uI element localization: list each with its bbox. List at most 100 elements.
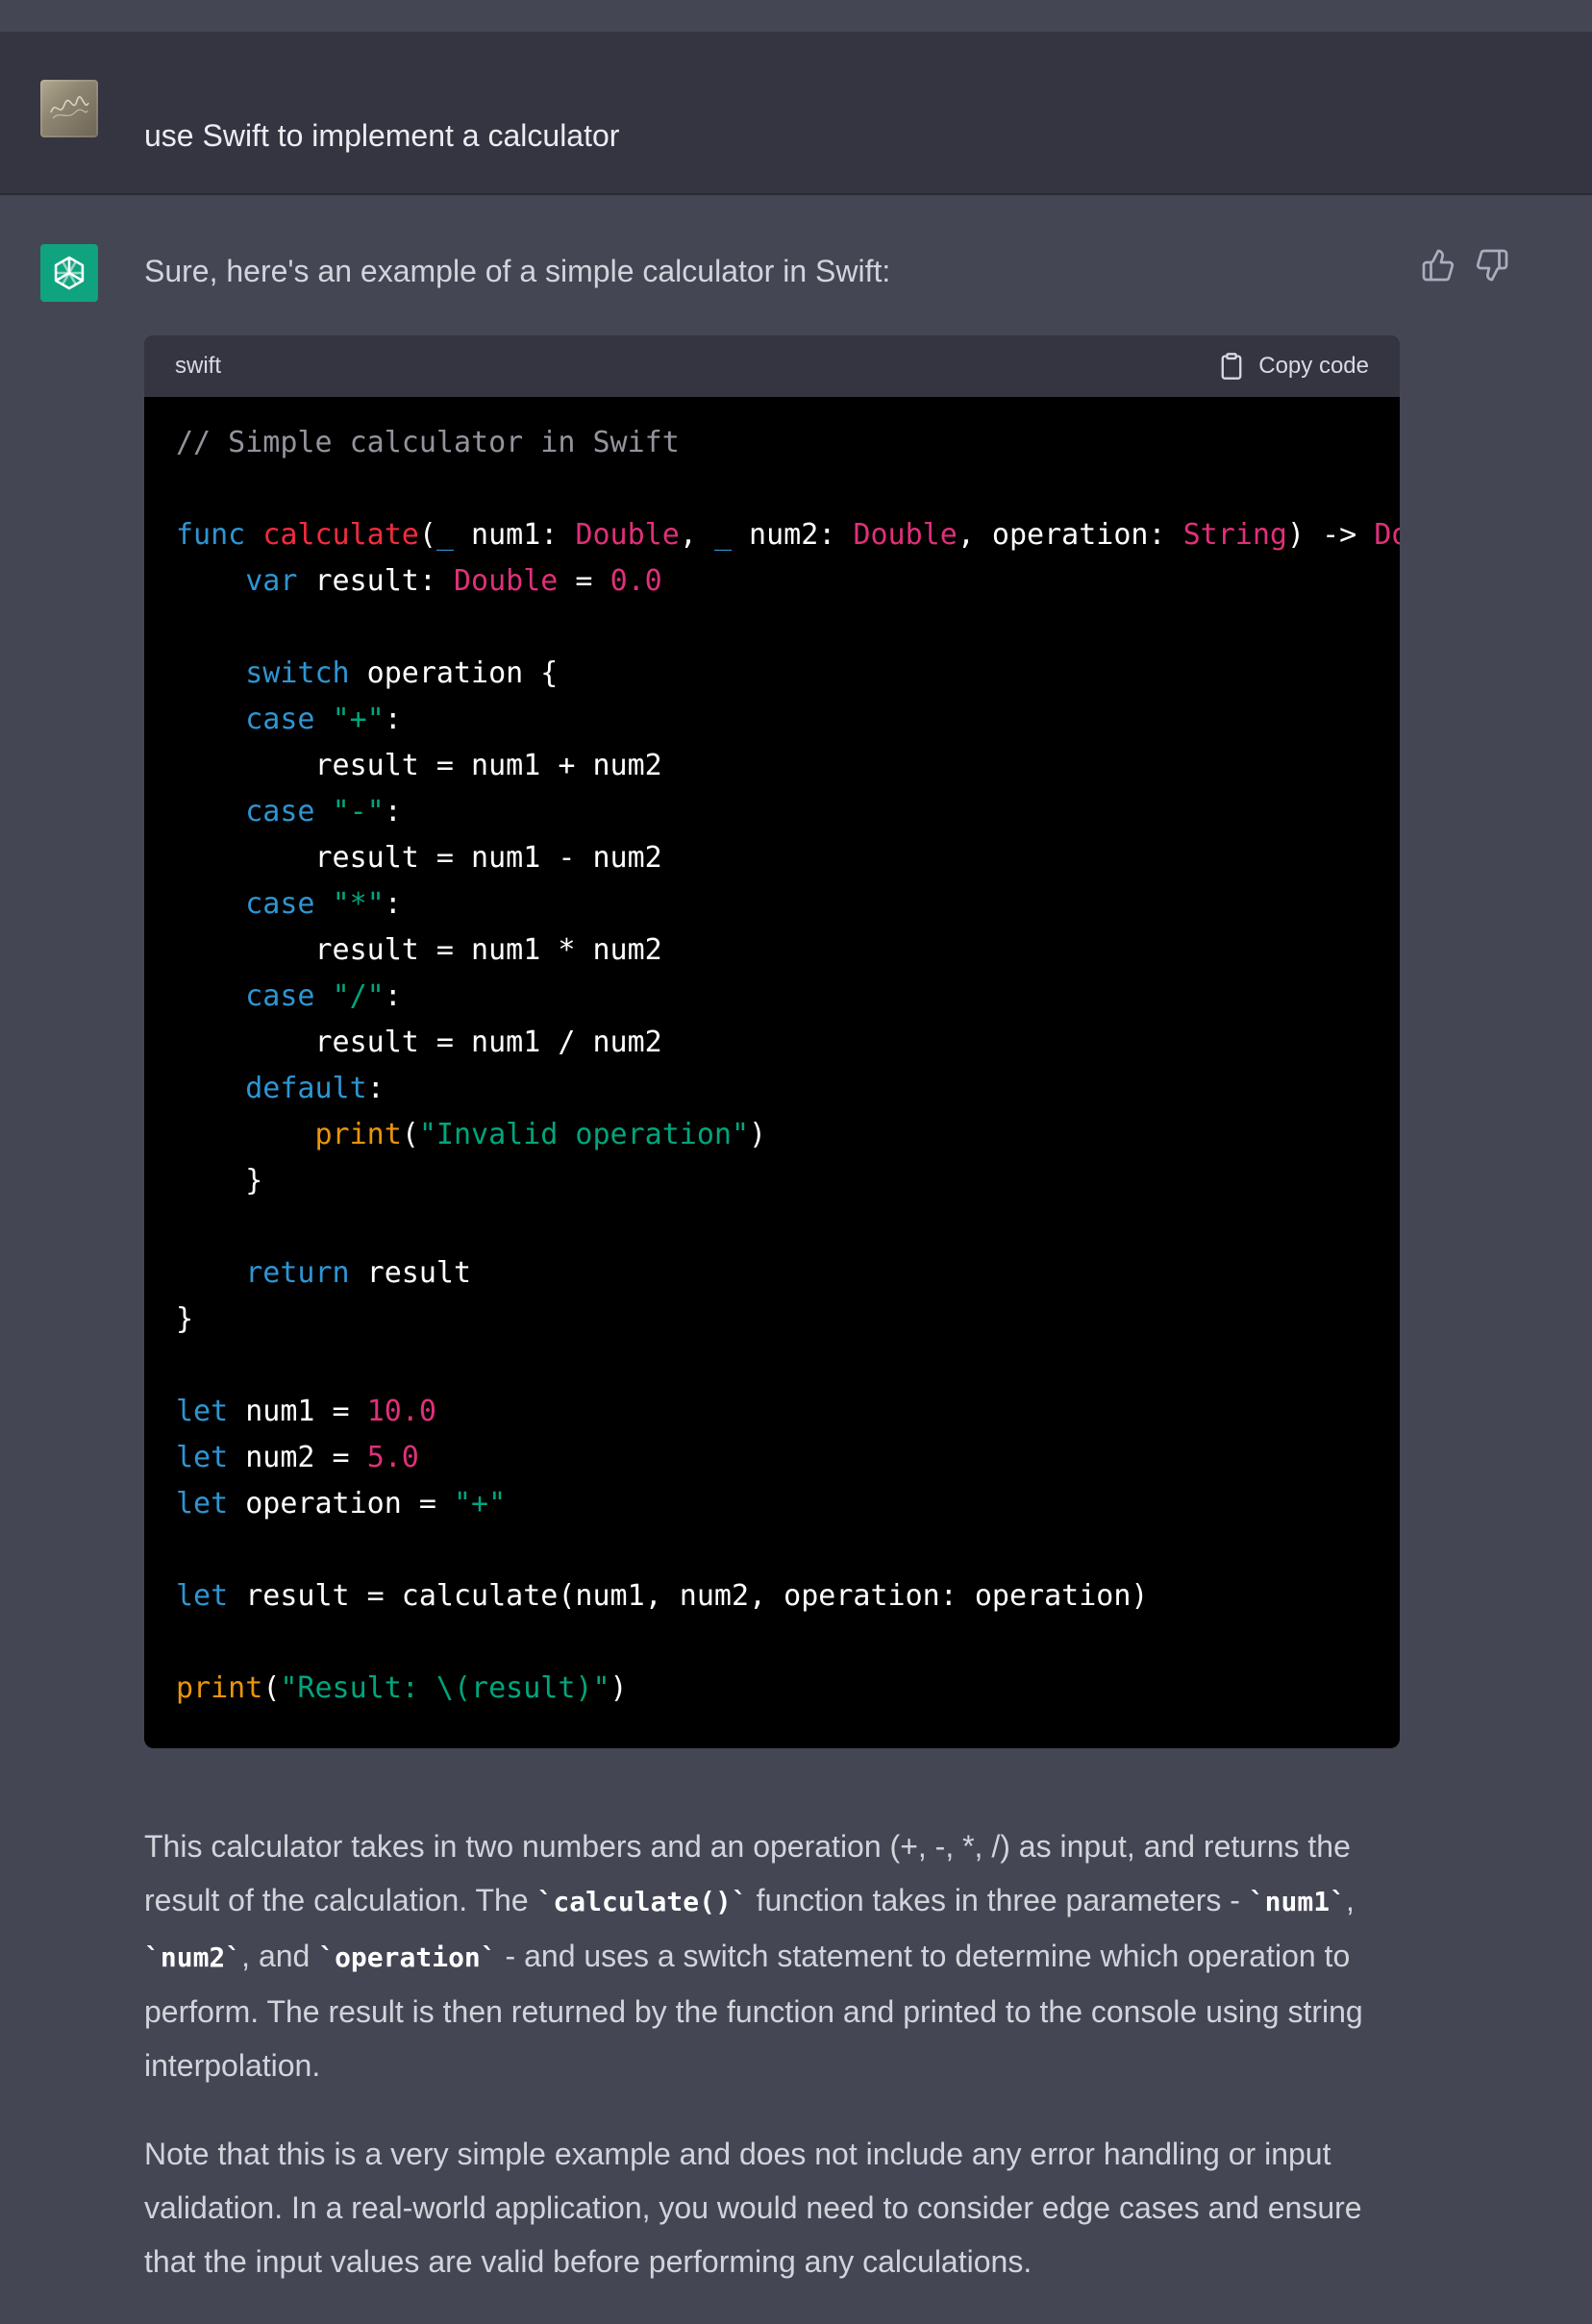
code-token: Double	[853, 518, 958, 552]
code-line: }	[176, 1297, 1400, 1343]
code-token: result	[349, 1256, 472, 1290]
code-block: swift Copy code // Simple calculator in …	[144, 335, 1400, 1748]
code-token: 10.0	[366, 1395, 436, 1428]
code-token: :	[384, 703, 402, 736]
thumbs-down-button[interactable]	[1475, 248, 1509, 283]
code-content[interactable]: // Simple calculator in Swift ​ func calcu…	[176, 420, 1400, 1712]
code-token: result = num1 * num2	[176, 933, 662, 967]
code-token: var	[245, 564, 298, 598]
code-token: (	[262, 1671, 281, 1705]
code-line: ​	[176, 466, 1400, 512]
code-token: :	[384, 795, 402, 828]
user-avatar[interactable]	[40, 80, 98, 137]
code-token: switch	[245, 656, 350, 690]
code-token: "/"	[332, 979, 385, 1013]
code-token: )	[609, 1671, 628, 1705]
code-token: String	[1182, 518, 1287, 552]
code-line: ​	[176, 605, 1400, 651]
code-token: num2:	[732, 518, 854, 552]
code-line: case "*":	[176, 881, 1400, 927]
top-strip	[0, 0, 1592, 32]
user-message-text: use Swift to implement a calculator	[144, 118, 620, 153]
code-token: num1:	[454, 518, 576, 552]
code-token: _	[713, 518, 732, 552]
copy-code-label: Copy code	[1258, 353, 1369, 379]
code-line: default:	[176, 1066, 1400, 1112]
paragraph-text: Note that this is a very simple example …	[144, 2137, 1362, 2279]
code-token: default	[245, 1072, 367, 1105]
code-token: result:	[297, 564, 454, 598]
thumbs-up-button[interactable]	[1421, 248, 1455, 283]
code-line: result = num1 / num2	[176, 1020, 1400, 1066]
code-token: case	[245, 795, 315, 828]
code-line: case "/":	[176, 974, 1400, 1020]
user-message-row: use Swift to implement a calculator	[0, 32, 1592, 195]
code-line: result = num1 * num2	[176, 927, 1400, 974]
code-line: print("Invalid operation")	[176, 1112, 1400, 1158]
assistant-intro-text: Sure, here's an example of a simple calc…	[144, 254, 891, 288]
code-block-header: swift Copy code	[144, 335, 1400, 397]
code-token: result = num1 / num2	[176, 1026, 662, 1059]
code-token: return	[245, 1256, 350, 1290]
code-line: result = num1 - num2	[176, 835, 1400, 881]
code-line: var result: Double = 0.0	[176, 558, 1400, 605]
code-line: let num2 = 5.0	[176, 1435, 1400, 1481]
code-line: ​	[176, 1343, 1400, 1389]
code-token: operation =	[228, 1487, 454, 1520]
code-token: , operation:	[957, 518, 1183, 552]
note-paragraph: Note that this is a very simple example …	[144, 2127, 1404, 2288]
code-line: ​	[176, 1527, 1400, 1573]
inline-code: `num2`	[144, 1941, 242, 1973]
code-token: func	[176, 518, 246, 552]
code-token: let	[176, 1395, 229, 1428]
code-line: // Simple calculator in Swift	[176, 420, 1400, 466]
code-token: :	[384, 979, 402, 1013]
code-token: let	[176, 1487, 229, 1520]
code-line: case "+":	[176, 697, 1400, 743]
clipboard-icon	[1221, 353, 1242, 380]
copy-code-button[interactable]: Copy code	[1218, 350, 1369, 383]
code-token: Double	[454, 564, 559, 598]
code-token: operation {	[349, 656, 559, 690]
code-token: let	[176, 1579, 229, 1613]
paragraph-text: ,	[1345, 1883, 1355, 1917]
paragraph-text: function takes in three parameters -	[747, 1883, 1249, 1917]
code-token: print	[314, 1118, 402, 1151]
code-token: "Invalid operation"	[418, 1118, 750, 1151]
code-token: case	[245, 887, 315, 921]
code-token: calculate	[262, 518, 419, 552]
code-token: Double	[575, 518, 680, 552]
code-token: (	[418, 518, 436, 552]
code-line: switch operation {	[176, 651, 1400, 697]
code-token: _	[435, 518, 454, 552]
code-token: 0.0	[609, 564, 662, 598]
openai-logo-icon	[54, 256, 85, 290]
code-token: result = calculate(num1, num2, operation…	[228, 1579, 1149, 1613]
code-token: )	[749, 1118, 767, 1151]
code-token: ) ->	[1287, 518, 1375, 552]
paragraph-text: , and	[241, 1939, 319, 1973]
code-line: print("Result: \(result)")	[176, 1666, 1400, 1712]
code-token: print	[176, 1671, 263, 1705]
code-token: num2 =	[228, 1441, 367, 1474]
code-line: case "-":	[176, 789, 1400, 835]
inline-code: `calculate()`	[536, 1886, 748, 1917]
code-token: result = num1 - num2	[176, 841, 662, 875]
code-token: // Simple calculator in Swift	[176, 426, 680, 459]
code-token: "*"	[332, 887, 385, 921]
code-token: }	[176, 1302, 194, 1336]
code-token: "+"	[332, 703, 385, 736]
code-token: num1 =	[228, 1395, 367, 1428]
